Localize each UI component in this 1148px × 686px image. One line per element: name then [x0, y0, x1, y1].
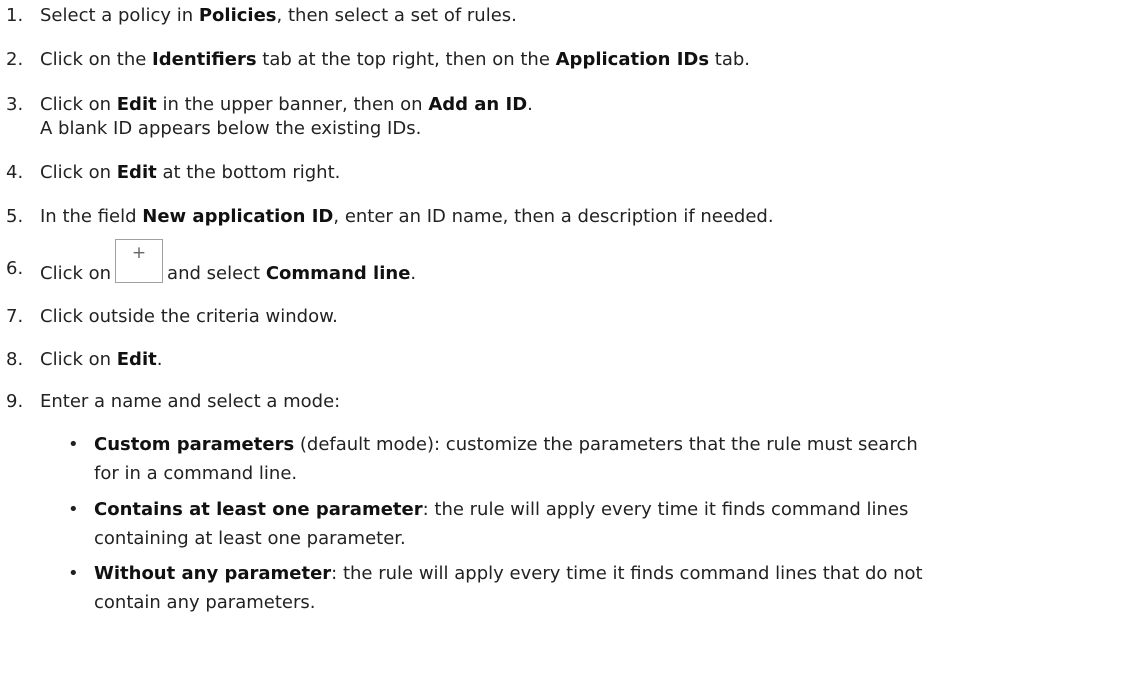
mode-description: Custom parameters (default mode): custom…	[94, 433, 1134, 486]
mode-text-continuation: contain any parameters.	[94, 592, 316, 613]
mode-line: Custom parameters (default mode): custom…	[94, 433, 1134, 457]
plus-icon: +	[131, 243, 147, 263]
ui-term: Identifiers	[152, 49, 257, 70]
mode-text-continuation: containing at least one parameter.	[94, 528, 406, 549]
text-run: and select	[167, 263, 266, 284]
step-text: Click outside the criteria window.	[40, 305, 338, 329]
ui-term: Command line	[265, 263, 411, 284]
mode-label: Contains at least one parameter	[94, 499, 423, 520]
text-run: Click on	[40, 263, 112, 284]
step-number: 8.	[6, 349, 24, 370]
text-run: tab.	[709, 49, 751, 70]
step-number: 9.	[6, 391, 24, 412]
mode-text: : the rule will apply every time it find…	[331, 563, 923, 584]
step-note: A blank ID appears below the existing ID…	[40, 118, 422, 139]
ui-term: Application IDs	[555, 49, 710, 70]
text-run: Click outside the criteria window.	[40, 306, 338, 327]
text-run: Enter a name and select a mode:	[40, 391, 341, 412]
ui-term: Add an ID	[428, 94, 528, 115]
bullet-icon: •	[68, 563, 79, 584]
step-number: 3.	[6, 94, 24, 115]
step-text: Enter a name and select a mode:	[40, 390, 340, 414]
text-run: Click on	[40, 349, 117, 370]
mode-description: Contains at least one parameter: the rul…	[94, 498, 1134, 551]
mode-text-continuation: for in a command line.	[94, 463, 298, 484]
text-run: , then select a set of rules.	[276, 5, 517, 26]
ui-term: New application ID	[142, 206, 334, 227]
bullet-icon: •	[68, 434, 79, 455]
document-page: 1. Select a policy in Policies, then sele…	[0, 0, 1148, 686]
step-text: Select a policy in Policies, then select…	[40, 4, 517, 28]
text-run: tab at the top right, then on the	[256, 49, 556, 70]
text-run: .	[527, 94, 533, 115]
step-number: 6.	[6, 258, 24, 279]
step-text: Click on Edit in the upper banner, then …	[40, 93, 533, 141]
ui-term: Edit	[116, 162, 157, 183]
step-text: Click on the Identifiers tab at the top …	[40, 48, 750, 72]
step-text: Click on Edit at the bottom right.	[40, 161, 340, 185]
mode-description: Without any parameter: the rule will app…	[94, 562, 1134, 615]
step-text: Click on Edit.	[40, 348, 162, 372]
mode-line: Contains at least one parameter: the rul…	[94, 498, 1134, 522]
step-number: 4.	[6, 162, 24, 183]
mode-label: Custom parameters	[94, 434, 295, 455]
text-run: Select a policy in	[40, 5, 199, 26]
text-run: in the upper banner, then on	[156, 94, 429, 115]
step-text: In the field New application ID, enter a…	[40, 205, 774, 229]
mode-text: (default mode): customize the parameters…	[294, 434, 918, 455]
add-criteria-button: +	[115, 239, 164, 283]
mode-text: : the rule will apply every time it find…	[422, 499, 909, 520]
step-number: 2.	[6, 49, 24, 70]
ui-term: Edit	[116, 349, 157, 370]
bullet-icon: •	[68, 499, 79, 520]
text-run: Click on	[40, 94, 117, 115]
mode-line: Without any parameter: the rule will app…	[94, 562, 1134, 586]
ui-term: Policies	[198, 5, 277, 26]
text-run: , enter an ID name, then a description i…	[333, 206, 774, 227]
step-number: 5.	[6, 206, 24, 227]
ui-term: Edit	[116, 94, 157, 115]
step-text: Click on + and select Command line.	[40, 239, 416, 286]
text-run: at the bottom right.	[156, 162, 341, 183]
text-run: Click on the	[40, 49, 153, 70]
step-number: 7.	[6, 306, 24, 327]
text-run: Click on	[40, 162, 117, 183]
step-number: 1.	[6, 5, 24, 26]
text-run: .	[156, 349, 163, 370]
text-run: In the field	[40, 206, 143, 227]
mode-label: Without any parameter	[94, 563, 332, 584]
text-run: .	[410, 263, 417, 284]
